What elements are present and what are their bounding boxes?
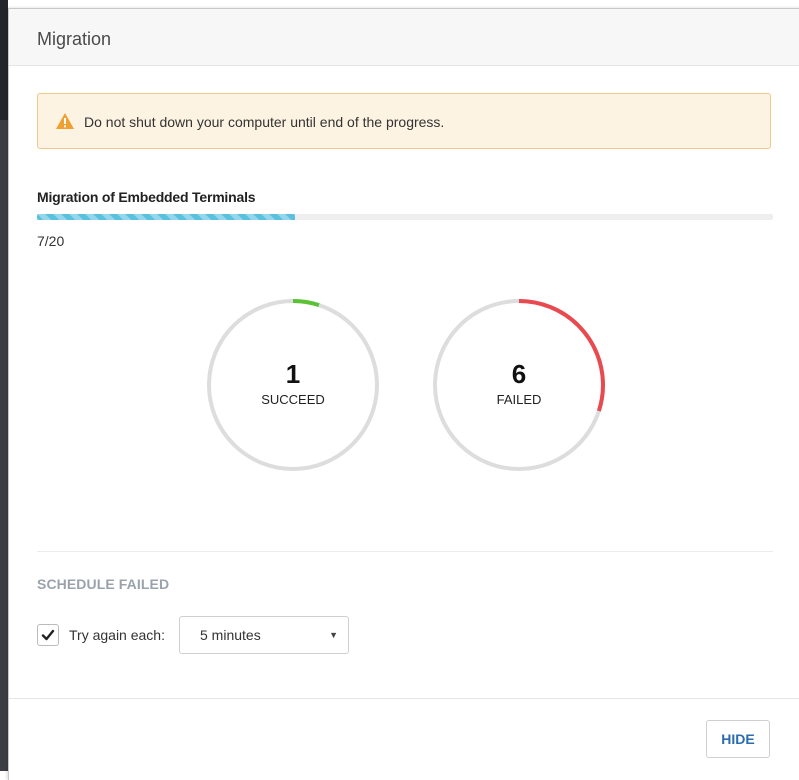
- failed-ring: 6 FAILED: [431, 297, 607, 473]
- warning-text: Do not shut down your computer until end…: [84, 114, 445, 130]
- section-divider: [37, 551, 773, 552]
- progress-bar-fill: [37, 214, 295, 220]
- try-again-checkbox[interactable]: [37, 624, 59, 646]
- succeed-label: SUCCEED: [261, 392, 325, 407]
- try-again-label: Try again each:: [69, 627, 165, 643]
- retry-interval-select[interactable]: 5 minutes ▼: [179, 616, 349, 654]
- background-app-strip: [0, 0, 8, 771]
- migration-dialog: Migration Do not shut down your computer…: [8, 8, 799, 780]
- failed-count: 6: [511, 359, 527, 389]
- progress-bar: [37, 214, 773, 220]
- progress-count: 7/20: [37, 233, 65, 249]
- hide-button[interactable]: HIDE: [706, 720, 770, 758]
- footer-divider: [9, 698, 799, 699]
- dialog-title: Migration: [37, 29, 112, 49]
- schedule-failed-title: SCHEDULE FAILED: [37, 576, 170, 592]
- succeed-count: 1: [285, 359, 301, 389]
- caret-down-icon: ▼: [329, 630, 338, 640]
- checkmark-icon: [41, 629, 55, 641]
- dialog-header: Migration: [9, 9, 799, 66]
- retry-interval-value: 5 minutes: [200, 627, 261, 643]
- progress-title: Migration of Embedded Terminals: [37, 189, 256, 205]
- succeed-ring: 1 SUCCEED: [205, 297, 381, 473]
- failed-label: FAILED: [496, 392, 542, 407]
- warning-triangle-icon: [56, 113, 74, 129]
- warning-alert: Do not shut down your computer until end…: [37, 93, 771, 149]
